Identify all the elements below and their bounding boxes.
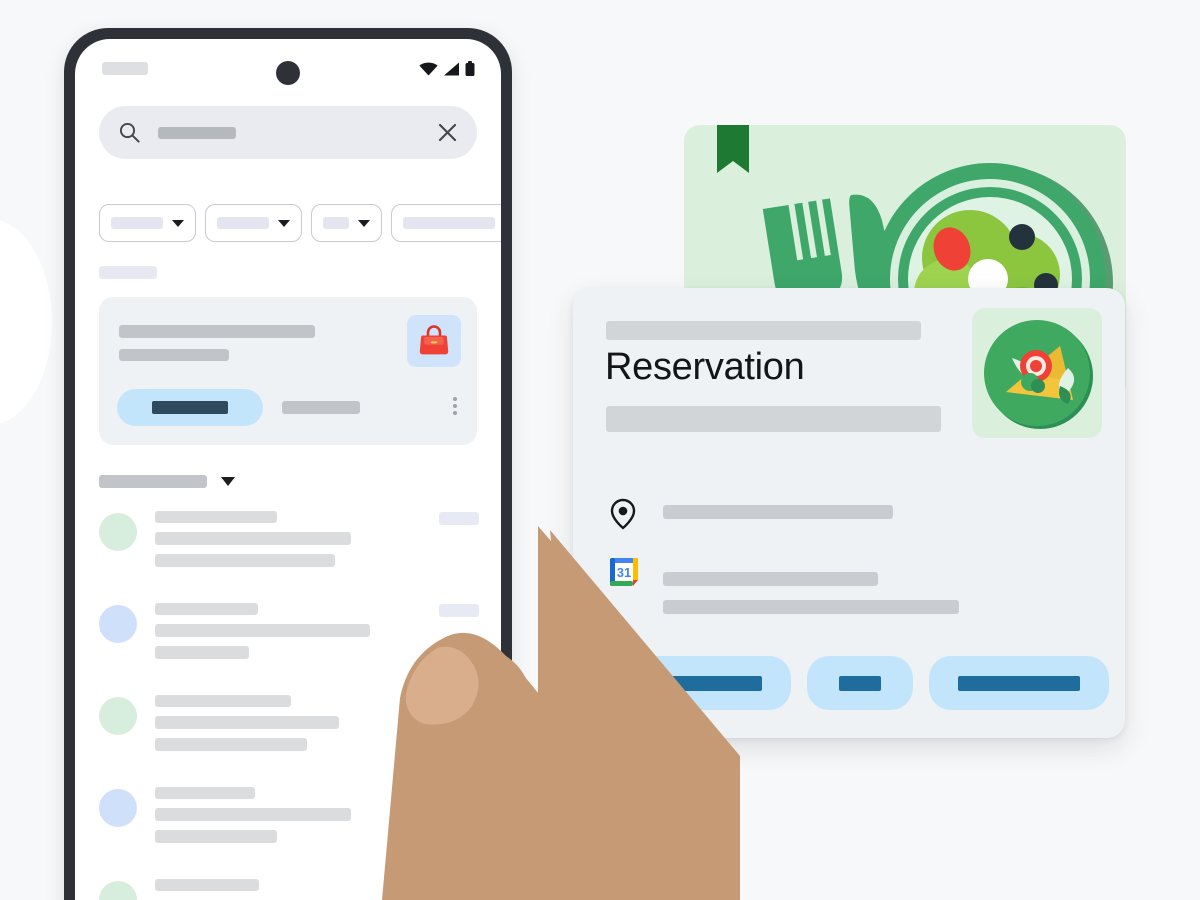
avatar bbox=[99, 881, 137, 900]
tertiary-action-label bbox=[958, 675, 1080, 691]
handbag-icon bbox=[419, 325, 449, 355]
avatar bbox=[99, 697, 137, 735]
page-title: Reservation bbox=[605, 346, 805, 388]
chevron-down-icon bbox=[172, 219, 184, 227]
bookmark-icon bbox=[717, 125, 749, 173]
order-subtitle-skeleton bbox=[119, 349, 229, 361]
status-bar bbox=[75, 39, 501, 95]
search-icon bbox=[119, 122, 140, 143]
filter-chip-2[interactable] bbox=[205, 204, 302, 242]
cellular-signal-icon bbox=[444, 62, 459, 75]
filter-chip-1[interactable] bbox=[99, 204, 196, 242]
order-title-skeleton bbox=[119, 325, 315, 338]
reservation-detail-skeleton bbox=[606, 406, 941, 432]
filter-chip-3[interactable] bbox=[311, 204, 382, 242]
secondary-action-label bbox=[839, 675, 881, 691]
chevron-down-icon bbox=[278, 219, 290, 227]
battery-icon bbox=[465, 61, 475, 76]
filter-chip-4-label bbox=[403, 217, 495, 229]
avatar bbox=[99, 605, 137, 643]
order-summary-card[interactable] bbox=[99, 297, 477, 445]
clear-icon[interactable] bbox=[438, 123, 457, 142]
avatar bbox=[99, 513, 137, 551]
wifi-icon bbox=[419, 62, 438, 75]
tertiary-action-button[interactable] bbox=[929, 656, 1109, 710]
list-sort-header[interactable] bbox=[99, 475, 235, 488]
salad-thumbnail bbox=[972, 308, 1102, 438]
list-sort-label bbox=[99, 475, 207, 488]
filter-chip-1-label bbox=[111, 217, 163, 229]
order-primary-label bbox=[152, 401, 228, 414]
filter-chip-2-label bbox=[217, 217, 269, 229]
avatar bbox=[99, 789, 137, 827]
handbag-thumbnail bbox=[407, 315, 461, 367]
front-camera bbox=[276, 61, 300, 85]
chevron-down-icon bbox=[221, 477, 235, 486]
secondary-action-button[interactable] bbox=[807, 656, 913, 710]
filter-chip-row bbox=[99, 204, 501, 242]
reservation-subtitle-skeleton bbox=[606, 321, 921, 340]
background-blob bbox=[0, 218, 52, 426]
status-carrier-skeleton bbox=[102, 62, 148, 75]
search-input[interactable] bbox=[158, 126, 236, 139]
scene-root: Reservation 31 bbox=[0, 0, 1200, 900]
more-vertical-icon[interactable] bbox=[453, 397, 457, 415]
status-icons bbox=[419, 61, 475, 76]
order-primary-button[interactable] bbox=[117, 389, 263, 426]
chevron-down-icon bbox=[358, 219, 370, 227]
hand-illustration bbox=[382, 526, 740, 900]
filter-chip-3-label bbox=[323, 217, 349, 229]
search-bar[interactable] bbox=[99, 106, 477, 159]
order-secondary-label bbox=[282, 401, 360, 414]
section-label-skeleton bbox=[99, 266, 157, 279]
filter-chip-4[interactable] bbox=[391, 204, 501, 242]
